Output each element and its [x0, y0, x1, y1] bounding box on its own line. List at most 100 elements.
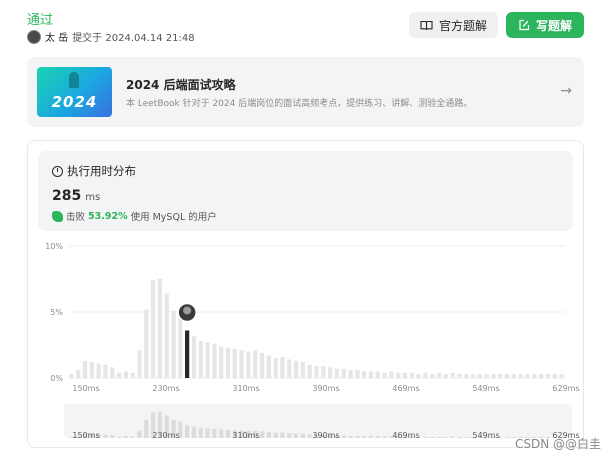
histogram-bar [69, 374, 74, 378]
histogram-bar [423, 372, 428, 378]
histogram-bar [293, 360, 299, 378]
navigator-bar [300, 433, 305, 438]
user-marker-face [183, 306, 192, 315]
navigator-bar [191, 426, 197, 438]
histogram-bar [280, 356, 285, 378]
histogram-bar [348, 370, 353, 378]
histogram-bar [416, 374, 421, 378]
x-tick-label: 230ms [152, 384, 179, 393]
histogram-bar [355, 370, 360, 378]
histogram-bar [300, 362, 305, 378]
navigator-bar [362, 436, 367, 438]
histogram-bar [396, 372, 401, 378]
histogram-bar [382, 372, 387, 378]
navigator-bar [198, 428, 203, 438]
histogram-bar [116, 372, 122, 378]
histogram-bar [76, 370, 81, 378]
navigator-bar [423, 436, 428, 438]
histogram-bar [389, 371, 394, 378]
histogram-bar [436, 372, 442, 378]
histogram-bar [110, 367, 115, 378]
navigator-bar [103, 434, 108, 438]
navigator-bar [464, 436, 469, 438]
navigator-bar [457, 436, 462, 438]
histogram-bar [491, 374, 496, 378]
navigator-tick-label: 150ms [72, 431, 99, 440]
histogram-bar [368, 371, 374, 378]
histogram-bar [171, 310, 176, 378]
histogram-bar [137, 350, 142, 378]
histogram-bar [314, 366, 319, 378]
histogram-bar [103, 364, 108, 378]
histogram-bar [239, 350, 244, 378]
histogram-bar [253, 350, 258, 378]
histogram-bar [232, 348, 237, 378]
histogram-bar [511, 374, 517, 378]
histogram-bar [198, 341, 203, 378]
histogram-bar [225, 347, 231, 378]
histogram-bar [164, 293, 169, 378]
navigator-bar [266, 432, 271, 438]
histogram-bar [219, 346, 224, 378]
histogram-bar [178, 317, 183, 378]
navigator-bar [341, 435, 346, 438]
navigator-bar [280, 432, 285, 438]
navigator-bar [123, 436, 128, 438]
histogram-bar [545, 374, 551, 378]
navigator-bar [273, 432, 278, 438]
histogram-bar [89, 362, 94, 378]
histogram-bar [334, 368, 340, 378]
x-tick-label: 549ms [472, 384, 499, 393]
histogram-bar [505, 374, 510, 378]
navigator-tick-label: 310ms [232, 431, 259, 440]
y-tick-label: 0% [50, 374, 63, 383]
histogram-bar [246, 351, 251, 378]
histogram-bar [409, 372, 414, 378]
navigator-bar [185, 425, 190, 438]
histogram-bar [266, 355, 271, 378]
x-tick-label: 150ms [72, 384, 99, 393]
x-tick-label: 629ms [552, 384, 579, 393]
histogram-bar [450, 372, 455, 378]
histogram-bar [484, 374, 489, 378]
histogram-bar [477, 374, 483, 378]
navigator-tick-label: 549ms [472, 431, 499, 440]
navigator-bar [443, 436, 448, 438]
histogram-bar [341, 368, 346, 378]
navigator-bar [205, 428, 210, 438]
histogram-bar [273, 358, 278, 378]
navigator-bar [287, 433, 292, 438]
y-tick-label: 5% [50, 308, 63, 317]
navigator-bar [307, 434, 312, 438]
histogram-bar [375, 371, 380, 378]
histogram-bar [287, 359, 292, 378]
watermark: CSDN @@白圭 [514, 437, 601, 451]
x-tick-label: 310ms [232, 384, 259, 393]
x-tick-label: 390ms [312, 384, 339, 393]
navigator-bar [225, 429, 231, 438]
histogram-bar [430, 374, 435, 378]
histogram-bar [82, 360, 88, 378]
histogram-bar [470, 374, 476, 378]
navigator-bar [382, 436, 387, 438]
navigator-bar [348, 435, 353, 438]
histogram-bar [518, 374, 523, 378]
x-tick-label: 469ms [392, 384, 419, 393]
highlighted-bar [185, 330, 190, 378]
histogram-bar [96, 363, 101, 378]
histogram-bar [157, 279, 163, 378]
navigator-bar [368, 436, 374, 438]
histogram-bar [328, 367, 333, 378]
histogram-bar [457, 374, 462, 378]
histogram-bar [150, 280, 156, 378]
navigator-tick-label: 230ms [152, 431, 179, 440]
histogram-bar [362, 371, 367, 378]
navigator-bar [355, 435, 360, 438]
navigator-bar [259, 431, 265, 438]
navigator-bar [212, 428, 217, 438]
navigator-bar [116, 436, 122, 438]
histogram-bar [559, 374, 564, 378]
runtime-histogram[interactable]: 10% 5% 0% 150ms 230ms 310ms 390ms 469ms 549ms 629… [0, 0, 615, 458]
histogram-bar [464, 374, 469, 378]
navigator-bar [110, 435, 115, 438]
